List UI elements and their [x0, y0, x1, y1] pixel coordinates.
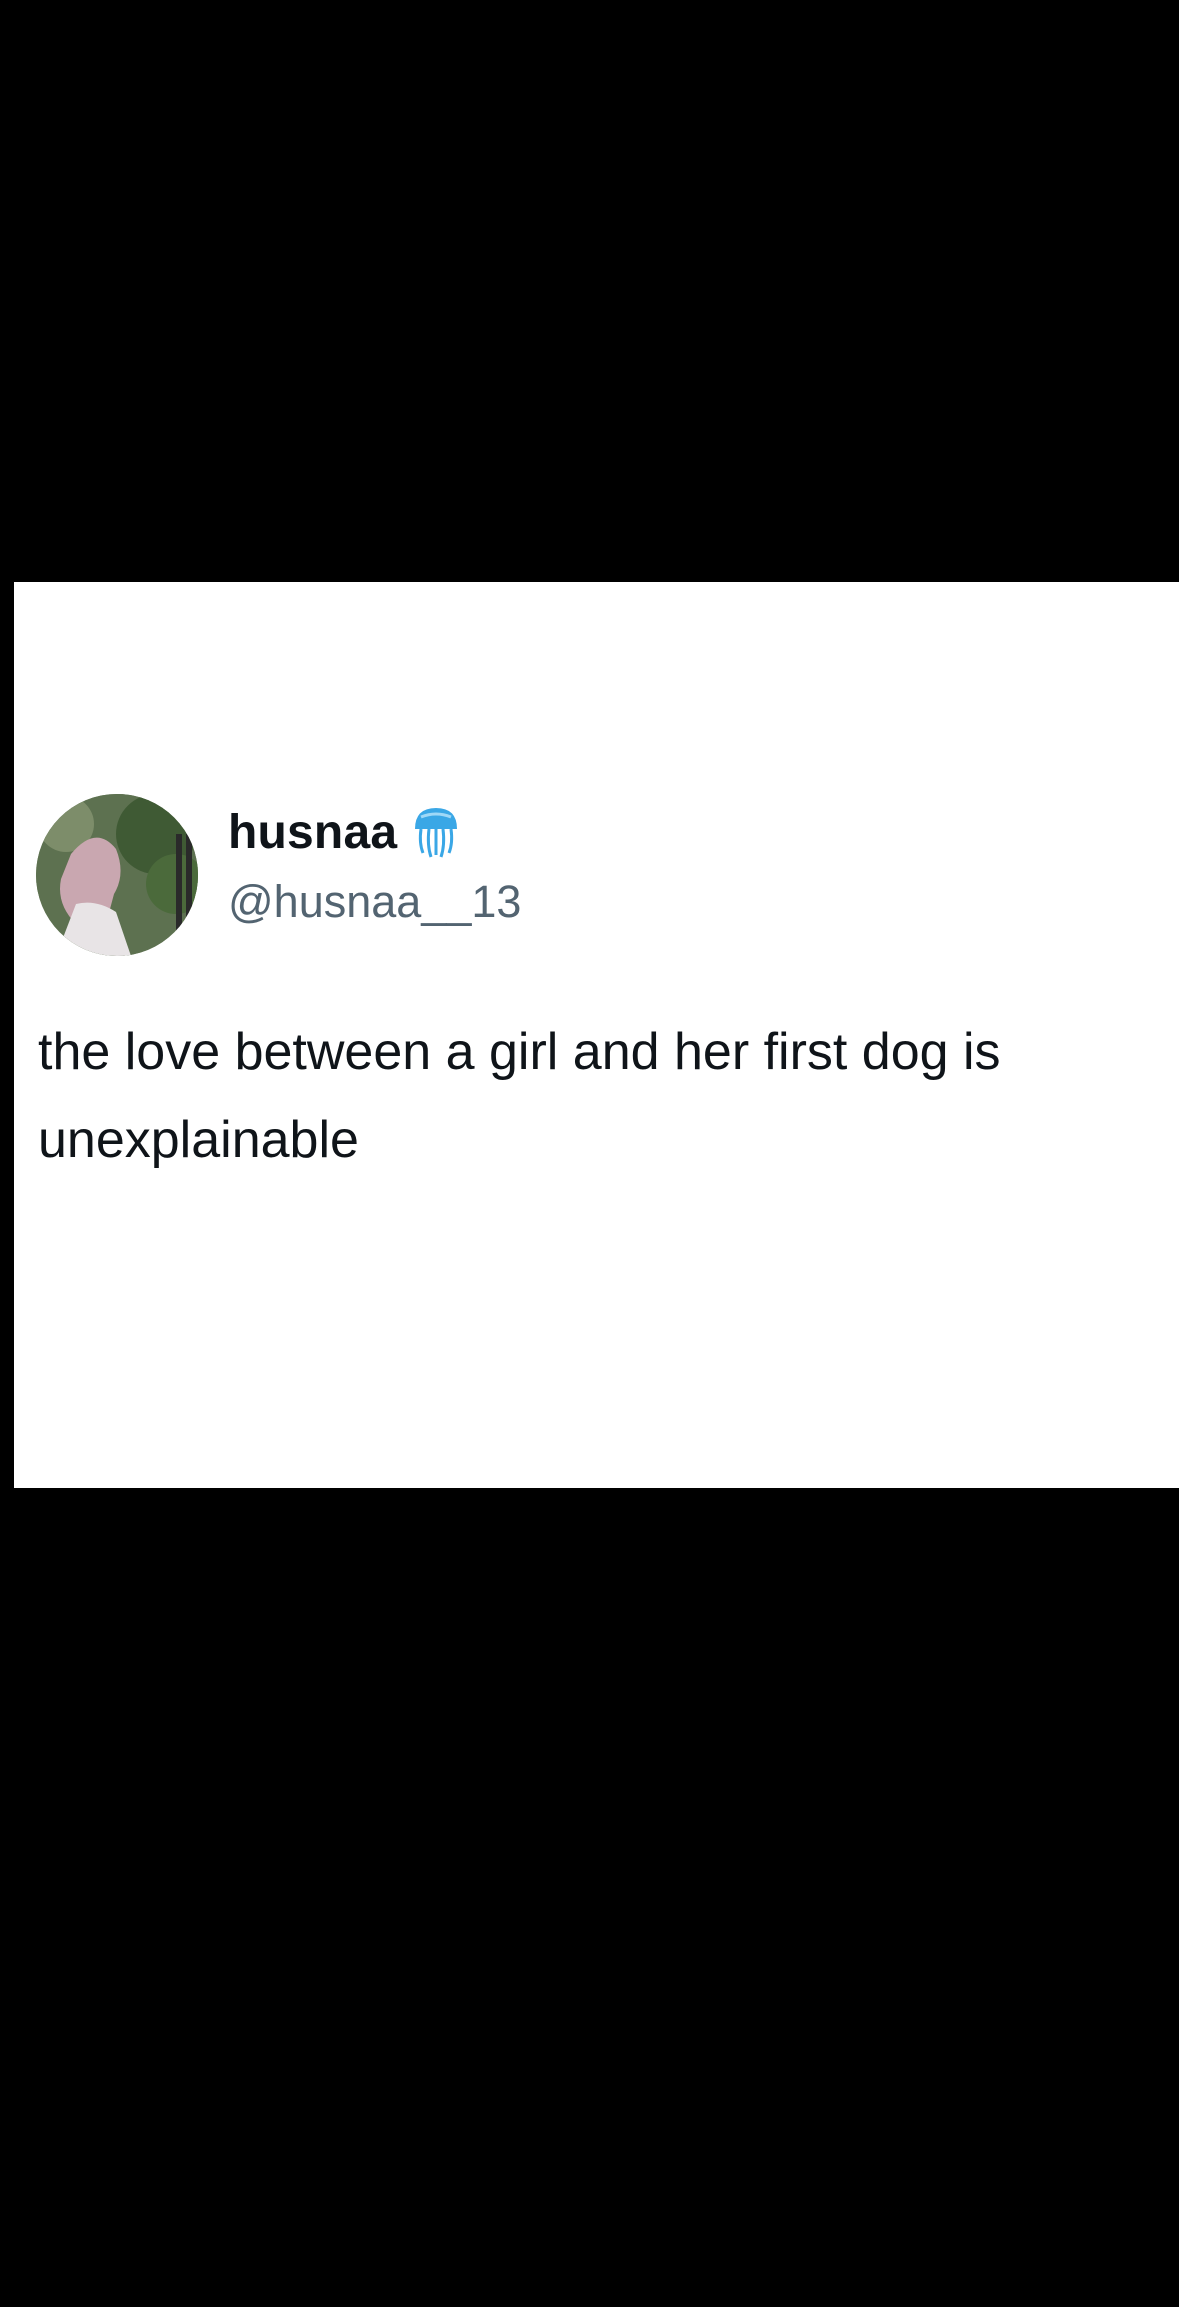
avatar[interactable] — [36, 794, 198, 956]
tweet-card: husnaa @husnaa__13 the love between a gi… — [14, 582, 1179, 1488]
handle[interactable]: @husnaa__13 — [228, 872, 521, 932]
jellyfish-icon — [411, 805, 461, 859]
display-name[interactable]: husnaa — [228, 805, 397, 860]
display-name-row: husnaa — [228, 802, 461, 862]
tweet-text: the love between a girl and her first do… — [38, 1023, 1001, 1169]
